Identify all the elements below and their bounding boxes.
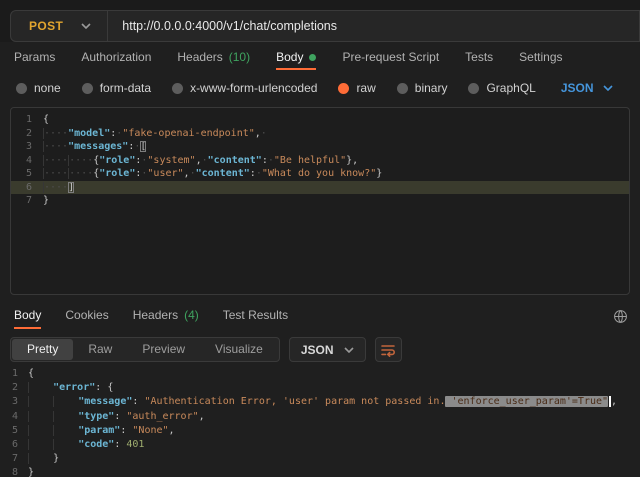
- method-select[interactable]: POST: [11, 19, 107, 33]
- line-number: 7: [11, 194, 43, 208]
- view-raw[interactable]: Raw: [73, 339, 127, 360]
- line-number: 3: [0, 395, 28, 409]
- radio-binary[interactable]: binary: [397, 81, 448, 95]
- tab-settings[interactable]: Settings: [519, 50, 562, 70]
- code-text: "code": 401: [28, 438, 144, 452]
- radio-form-data[interactable]: form-data: [82, 81, 151, 95]
- radio-icon: [82, 83, 93, 94]
- line-number: 1: [11, 113, 43, 127]
- response-tab-test-results[interactable]: Test Results: [223, 308, 288, 329]
- request-url-bar: POST http://0.0.0.0:4000/v1/chat/complet…: [10, 10, 640, 42]
- postman-window: POST http://0.0.0.0:4000/v1/chat/complet…: [0, 0, 640, 477]
- url-input[interactable]: http://0.0.0.0:4000/v1/chat/completions: [108, 19, 337, 33]
- radio-raw[interactable]: raw: [338, 81, 375, 95]
- view-visualize[interactable]: Visualize: [200, 339, 278, 360]
- radio-icon: [397, 83, 408, 94]
- line-number: 3: [11, 140, 43, 154]
- line-number: 7: [0, 452, 28, 466]
- code-line[interactable]: 6····]: [11, 181, 629, 195]
- code-text: "param": "None",: [28, 424, 175, 438]
- code-line[interactable]: 1{: [0, 367, 640, 381]
- line-number: 4: [11, 154, 43, 168]
- code-line[interactable]: 3 "message": "Authentication Error, 'use…: [0, 395, 640, 409]
- code-line[interactable]: 7 }: [0, 452, 640, 466]
- radio-x-www-form-urlencoded[interactable]: x-www-form-urlencoded: [172, 81, 317, 95]
- line-number: 4: [0, 410, 28, 424]
- code-line[interactable]: 4········{"role":·"system",·"content":·"…: [11, 154, 629, 168]
- code-text: {: [28, 367, 34, 381]
- response-tabs: Body Cookies Headers(4) Test Results: [0, 295, 640, 329]
- code-text: ····]: [43, 181, 74, 195]
- code-text: ····"messages":·[: [43, 140, 146, 154]
- wrap-text-button[interactable]: [375, 337, 402, 362]
- response-view-switcher: Pretty Raw Preview Visualize: [10, 337, 280, 362]
- code-line[interactable]: 6 "code": 401: [0, 438, 640, 452]
- code-line[interactable]: 4 "type": "auth_error",: [0, 410, 640, 424]
- line-number: 2: [11, 127, 43, 141]
- code-line[interactable]: 5 "param": "None",: [0, 424, 640, 438]
- view-preview[interactable]: Preview: [127, 339, 200, 360]
- code-line[interactable]: 1{: [11, 113, 629, 127]
- tab-params[interactable]: Params: [14, 50, 55, 70]
- code-text: }: [43, 194, 49, 208]
- radio-icon: [468, 83, 479, 94]
- code-line[interactable]: 2 "error": {: [0, 381, 640, 395]
- line-number: 6: [11, 181, 43, 195]
- view-pretty[interactable]: Pretty: [12, 339, 73, 360]
- tab-tests[interactable]: Tests: [465, 50, 493, 70]
- chevron-down-icon: [81, 23, 91, 29]
- chevron-down-icon: [344, 347, 354, 353]
- code-line[interactable]: 3····"messages":·[: [11, 140, 629, 154]
- line-number: 1: [0, 367, 28, 381]
- code-text: "message": "Authentication Error, 'user'…: [28, 395, 617, 409]
- response-meta: [613, 309, 628, 329]
- code-line[interactable]: 5········{"role":·"user",·"content":·"Wh…: [11, 167, 629, 181]
- line-number: 6: [0, 438, 28, 452]
- code-text: ········{"role":·"user",·"content":·"Wha…: [43, 167, 382, 181]
- code-text: }: [28, 466, 34, 477]
- tab-body[interactable]: Body: [276, 50, 316, 70]
- radio-selected-icon: [338, 83, 349, 94]
- code-text: {: [43, 113, 49, 127]
- method-label: POST: [29, 19, 63, 33]
- response-body-editor[interactable]: 1{2 "error": {3 "message": "Authenticati…: [0, 363, 640, 477]
- network-globe-icon[interactable]: [613, 309, 628, 324]
- response-view-row: Pretty Raw Preview Visualize JSON: [0, 329, 640, 363]
- radio-icon: [16, 83, 27, 94]
- code-line[interactable]: 8}: [0, 466, 640, 477]
- body-modified-dot: [309, 54, 316, 61]
- code-text: "type": "auth_error",: [28, 410, 205, 424]
- wrap-text-icon: [380, 343, 396, 357]
- line-number: 8: [0, 466, 28, 477]
- response-language-select[interactable]: JSON: [289, 337, 366, 362]
- response-tab-body[interactable]: Body: [14, 308, 41, 329]
- response-headers-count: (4): [184, 308, 199, 322]
- code-line[interactable]: 2····"model":·"fake-openai-endpoint",·: [11, 127, 629, 141]
- code-text: }: [28, 452, 59, 466]
- chevron-down-icon: [603, 85, 613, 91]
- response-tab-headers[interactable]: Headers(4): [133, 308, 199, 329]
- code-line[interactable]: 7}: [11, 194, 629, 208]
- line-number: 5: [11, 167, 43, 181]
- tab-pre-request-script[interactable]: Pre-request Script: [342, 50, 439, 70]
- tab-authorization[interactable]: Authorization: [81, 50, 151, 70]
- line-number: 5: [0, 424, 28, 438]
- radio-graphql[interactable]: GraphQL: [468, 81, 535, 95]
- radio-none[interactable]: none: [16, 81, 61, 95]
- response-tab-cookies[interactable]: Cookies: [65, 308, 108, 329]
- request-body-editor[interactable]: 1{2····"model":·"fake-openai-endpoint",·…: [10, 107, 630, 295]
- line-number: 2: [0, 381, 28, 395]
- body-type-row: none form-data x-www-form-urlencoded raw…: [0, 72, 640, 104]
- headers-count: (10): [229, 50, 250, 64]
- code-text: ····"model":·"fake-openai-endpoint",·: [43, 127, 267, 141]
- code-text: "error": {: [28, 381, 113, 395]
- request-url-row: POST http://0.0.0.0:4000/v1/chat/complet…: [0, 0, 640, 42]
- radio-icon: [172, 83, 183, 94]
- request-tabs: Params Authorization Headers(10) Body Pr…: [0, 42, 640, 70]
- request-language-select[interactable]: JSON: [561, 81, 613, 95]
- tab-headers[interactable]: Headers(10): [177, 50, 250, 70]
- code-text: ········{"role":·"system",·"content":·"B…: [43, 154, 358, 168]
